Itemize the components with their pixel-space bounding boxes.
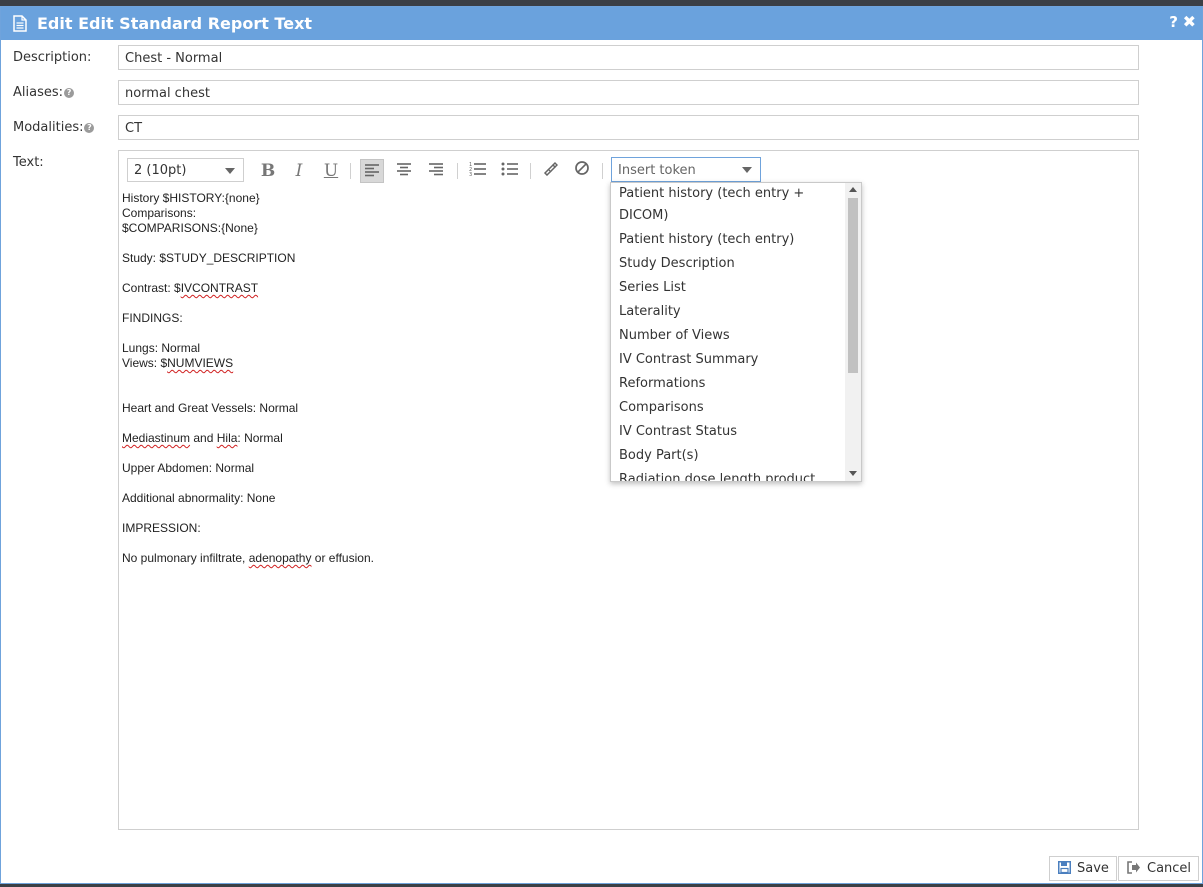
- editor-line: Contrast: $IVCONTRAST: [122, 281, 602, 296]
- cancel-button[interactable]: Cancel: [1118, 856, 1200, 881]
- align-center-button[interactable]: [392, 159, 416, 183]
- scrollbar-thumb[interactable]: [848, 198, 858, 373]
- editor-line: Heart and Great Vessels: Normal: [122, 401, 299, 415]
- editor-line: $COMPARISONS:{None}: [122, 221, 258, 235]
- misspelled-word: NUMVIEWS: [167, 356, 234, 370]
- editor-line: Upper Abdomen: Normal: [122, 461, 255, 475]
- description-input[interactable]: Chest - Normal: [118, 45, 1139, 70]
- token-option[interactable]: Series List: [619, 277, 847, 299]
- editor-line: Additional abnormality: None: [122, 491, 276, 505]
- italic-button[interactable]: I: [287, 159, 311, 183]
- token-option[interactable]: IV Contrast Summary: [619, 349, 847, 371]
- chevron-down-icon: [225, 168, 235, 174]
- clear-format-icon: [575, 161, 589, 175]
- editor-line: No pulmonary infiltrate, adenopathy or e…: [122, 551, 602, 566]
- bold-button[interactable]: B: [256, 159, 280, 183]
- bullet-list-button[interactable]: [498, 159, 522, 183]
- toolbar-divider: [350, 163, 351, 179]
- token-option[interactable]: Laterality: [619, 301, 847, 323]
- edit-report-dialog: Edit Edit Standard Report Text ? ✖ Descr…: [0, 6, 1203, 884]
- dialog-titlebar: Edit Edit Standard Report Text ? ✖: [1, 7, 1202, 40]
- editor-text: or effusion.: [311, 551, 374, 565]
- text-label: Text:: [13, 155, 44, 170]
- toolbar-divider: [530, 163, 531, 179]
- editor-line: Views: $NUMVIEWS: [122, 356, 602, 371]
- scroll-down-icon[interactable]: [849, 471, 857, 476]
- toolbar-divider: [602, 163, 603, 179]
- save-button[interactable]: Save: [1049, 856, 1117, 881]
- bullet-list-icon: [501, 162, 518, 176]
- align-left-button[interactable]: [360, 159, 384, 183]
- editor-line: Study: $STUDY_DESCRIPTION: [122, 251, 296, 265]
- aliases-label-text: Aliases:: [13, 85, 64, 100]
- cancel-label: Cancel: [1147, 861, 1192, 876]
- modalities-input[interactable]: CT: [118, 115, 1139, 140]
- modalities-help-icon[interactable]: ?: [84, 122, 95, 133]
- close-icon[interactable]: ✖: [1183, 12, 1196, 31]
- underline-button[interactable]: U: [319, 159, 343, 183]
- font-size-select[interactable]: 2 (10pt): [127, 158, 244, 182]
- font-size-value: 2 (10pt): [134, 163, 187, 178]
- editor-line: Mediastinum and Hila: Normal: [122, 431, 602, 446]
- editor-text: Views: $: [122, 356, 168, 370]
- editor-text: Contrast: $: [122, 281, 181, 295]
- insert-token-dropdown: Patient history (tech entry + DICOM) Pat…: [610, 182, 862, 482]
- format-brush-button[interactable]: [538, 159, 562, 183]
- document-icon: [13, 15, 27, 36]
- token-option[interactable]: Number of Views: [619, 325, 847, 347]
- toolbar-divider: [457, 163, 458, 179]
- align-right-icon: [429, 163, 443, 176]
- token-option[interactable]: IV Contrast Status: [619, 421, 847, 443]
- sign-out-icon: [1127, 861, 1141, 878]
- aliases-input[interactable]: normal chest: [118, 80, 1139, 105]
- editor-text: No pulmonary infiltrate,: [122, 551, 249, 565]
- brush-icon: [543, 161, 559, 177]
- editor-text: and: [190, 431, 217, 445]
- clear-format-button[interactable]: [570, 159, 594, 183]
- editor-text: : Normal: [237, 431, 283, 445]
- token-option[interactable]: Patient history (tech entry + DICOM): [619, 183, 847, 227]
- token-option[interactable]: Patient history (tech entry): [619, 229, 847, 251]
- align-center-icon: [397, 163, 411, 176]
- misspelled-word: adenopathy: [248, 551, 312, 565]
- align-right-button[interactable]: [424, 159, 448, 183]
- modalities-label-text: Modalities:: [13, 120, 84, 135]
- token-option[interactable]: Reformations: [619, 373, 847, 395]
- ordered-list-icon: 123: [469, 162, 486, 178]
- editor-line: Lungs: Normal: [122, 341, 201, 355]
- aliases-label: Aliases:?: [13, 85, 75, 100]
- token-option[interactable]: Comparisons: [619, 397, 847, 419]
- token-option[interactable]: Body Part(s): [619, 445, 847, 467]
- insert-token-select[interactable]: Insert token: [611, 157, 761, 182]
- editor-line: IMPRESSION:: [122, 521, 201, 535]
- editor-line: FINDINGS:: [122, 311, 183, 325]
- ordered-list-button[interactable]: 123: [466, 159, 490, 183]
- misspelled-word: Mediastinum: [122, 431, 191, 445]
- align-left-icon: [365, 164, 379, 177]
- insert-token-placeholder: Insert token: [618, 163, 696, 178]
- token-option[interactable]: Study Description: [619, 253, 847, 275]
- aliases-help-icon[interactable]: ?: [64, 87, 75, 98]
- save-icon: [1058, 861, 1071, 878]
- editor-line: Comparisons:: [122, 206, 197, 220]
- description-label: Description:: [13, 50, 92, 65]
- editor-line: History $HISTORY:{none}: [122, 191, 260, 205]
- modalities-label: Modalities:?: [13, 120, 95, 135]
- editor-content[interactable]: History $HISTORY:{none} Comparisons: $CO…: [122, 191, 602, 566]
- save-label: Save: [1077, 861, 1109, 876]
- token-option[interactable]: Radiation dose length product: [619, 469, 847, 481]
- misspelled-word: IVCONTRAST: [180, 281, 259, 295]
- dropdown-scrollbar[interactable]: [845, 183, 861, 481]
- help-icon[interactable]: ?: [1169, 13, 1178, 31]
- svg-text:3: 3: [469, 172, 472, 176]
- scroll-up-icon[interactable]: [849, 187, 857, 192]
- chevron-down-icon: [742, 167, 752, 173]
- dialog-title: Edit Edit Standard Report Text: [37, 14, 313, 33]
- misspelled-word: Hila: [216, 431, 238, 445]
